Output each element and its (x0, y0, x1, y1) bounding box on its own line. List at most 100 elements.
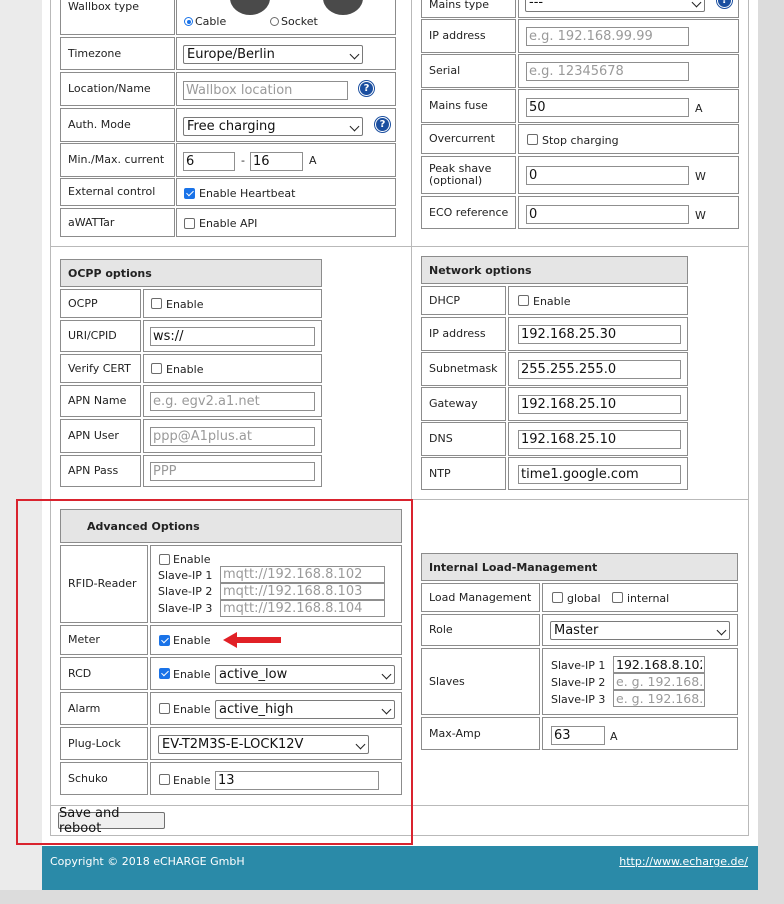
lm-global-checkbox[interactable] (552, 592, 563, 603)
max-amp-cell: A (542, 717, 738, 750)
footer-link[interactable]: http://www.echarge.de/ (619, 855, 748, 868)
page-shadow-bottom (0, 890, 784, 904)
network-options-header: Network options (421, 256, 688, 284)
verify-cert-cell: Enable (143, 354, 322, 383)
uri-label-text: URI/CPID (68, 329, 117, 342)
timezone-value: Europe/Berlin (187, 47, 275, 62)
mains-ip-cell (518, 19, 739, 53)
eco-reference-unit: W (695, 209, 706, 222)
lm-cell: global internal (542, 583, 738, 612)
lm-slave3-input[interactable] (613, 690, 705, 707)
lm-label: Load Management (421, 583, 540, 612)
peak-shave-label-text: Peak shave (optional) (429, 162, 492, 187)
overcurrent-label: Overcurrent (421, 124, 516, 154)
socket-plug-icon (323, 0, 363, 15)
load-management-title: Internal Load-Management (429, 560, 598, 574)
serial-input[interactable] (526, 62, 689, 81)
lm-slave1-label: Slave-IP 1 (551, 659, 606, 672)
gateway-input[interactable] (518, 395, 681, 414)
lm-internal-checkbox[interactable] (612, 592, 623, 603)
location-input[interactable] (183, 81, 348, 100)
ocpp-enable-checkbox[interactable] (151, 298, 162, 309)
role-select[interactable]: Master (550, 621, 730, 640)
cable-radio[interactable] (184, 17, 193, 26)
dns-input[interactable] (518, 430, 681, 449)
current-label: Min./Max. current (60, 143, 175, 177)
awattar-checkbox[interactable] (184, 218, 195, 229)
eco-reference-label-text: ECO reference (429, 205, 509, 219)
stop-charging-checkbox[interactable] (527, 134, 538, 145)
min-current-input[interactable] (183, 152, 235, 171)
mains-type-cell: --- ? (518, 0, 739, 18)
auth-mode-cell: Free charging ? (176, 108, 396, 142)
serial-label: Serial (421, 54, 516, 88)
apn-user-label-text: APN User (68, 429, 119, 442)
mains-ip-input[interactable] (526, 27, 689, 46)
lm-global-label: global (567, 592, 601, 605)
current-cell: - A (176, 143, 396, 177)
stop-charging-label: Stop charging (542, 134, 619, 147)
external-control-label: External control (60, 178, 175, 206)
uri-input[interactable] (150, 327, 315, 346)
apn-pass-input[interactable] (150, 462, 315, 481)
chevron-down-icon (691, 0, 702, 8)
apn-name-input[interactable] (150, 392, 315, 411)
dhcp-enable-label: Enable (533, 295, 571, 308)
socket-radio[interactable] (270, 17, 279, 26)
apn-name-label: APN Name (60, 385, 141, 417)
location-cell: ? (176, 72, 396, 106)
help-icon[interactable]: ? (375, 117, 390, 132)
frame-row1 (50, 246, 749, 247)
max-current-input[interactable] (250, 152, 303, 171)
external-control-cell: Enable Heartbeat (176, 178, 396, 206)
slaves-label-text: Slaves (429, 674, 465, 688)
role-label: Role (421, 614, 540, 646)
mains-fuse-label: Mains fuse (421, 89, 516, 123)
net-ip-cell (508, 317, 688, 351)
ocpp-options-title: OCPP options (68, 266, 152, 280)
role-label-text: Role (429, 623, 453, 636)
apn-user-input[interactable] (150, 427, 315, 446)
auth-mode-select[interactable]: Free charging (183, 117, 363, 136)
net-ip-input[interactable] (518, 325, 681, 344)
max-amp-input[interactable] (551, 726, 605, 745)
load-management-header: Internal Load-Management (421, 553, 738, 581)
peak-shave-label: Peak shave (optional) (421, 156, 516, 194)
location-label: Location/Name (60, 72, 175, 106)
peak-shave-unit: W (695, 170, 706, 183)
eco-reference-input[interactable] (526, 205, 689, 224)
heartbeat-checkbox[interactable] (184, 188, 195, 199)
awattar-option-label: Enable API (199, 217, 258, 230)
location-label-text: Location/Name (68, 82, 151, 95)
help-icon[interactable]: ? (359, 81, 374, 96)
mains-type-select[interactable]: --- (525, 0, 705, 12)
verify-cert-checkbox[interactable] (151, 363, 162, 374)
dhcp-checkbox[interactable] (518, 295, 529, 306)
subnet-input[interactable] (518, 360, 681, 379)
footer-copyright: Copyright © 2018 eCHARGE GmbH (50, 855, 245, 868)
peak-shave-input[interactable] (526, 166, 689, 185)
socket-radio-label: Socket (281, 15, 318, 28)
current-separator: - (241, 154, 245, 167)
dhcp-cell: Enable (508, 286, 688, 315)
dns-cell (508, 422, 688, 456)
mains-ip-label: IP address (421, 19, 516, 53)
highlight-frame (16, 499, 413, 845)
ocpp-cell: Enable (143, 289, 322, 318)
apn-name-cell (143, 385, 322, 417)
timezone-label: Timezone (60, 37, 175, 70)
eco-reference-label: ECO reference (421, 196, 516, 229)
dns-label: DNS (421, 422, 506, 456)
frame-right (748, 0, 749, 836)
lm-slave2-input[interactable] (613, 673, 705, 690)
mains-fuse-input[interactable] (526, 98, 689, 117)
timezone-select[interactable]: Europe/Berlin (183, 45, 363, 64)
ntp-input[interactable] (518, 465, 681, 484)
max-amp-unit: A (610, 730, 618, 743)
awattar-cell: Enable API (176, 208, 396, 237)
help-icon[interactable]: ? (717, 0, 732, 8)
lm-slave1-input[interactable] (613, 656, 705, 673)
page-shadow-right (758, 0, 784, 904)
wallbox-type-label-text: Wallbox type (68, 0, 139, 13)
uri-label: URI/CPID (60, 320, 141, 352)
